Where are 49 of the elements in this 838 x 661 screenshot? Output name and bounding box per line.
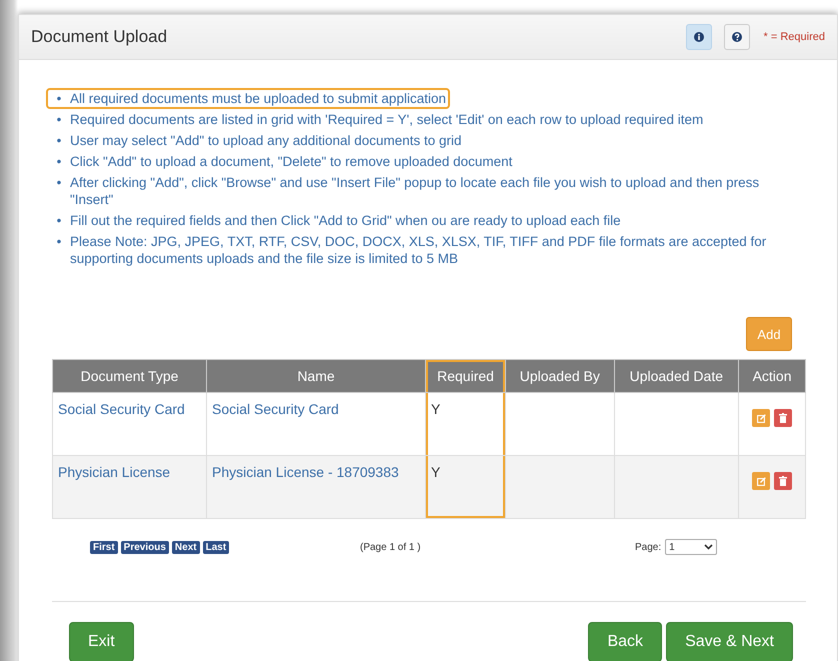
help-button[interactable] <box>724 24 750 50</box>
instruction-text: Fill out the required fields and then Click "Add to Grid" when ou are ready to upload each file <box>70 212 621 229</box>
column-header: Name <box>206 360 426 392</box>
help-icon <box>732 32 742 42</box>
bullet-marker: • <box>56 111 62 128</box>
info-icon <box>694 32 704 42</box>
edit-button[interactable] <box>752 472 770 490</box>
pager-button[interactable]: Next <box>172 540 200 554</box>
instruction-text: Required documents are listed in grid with 'Required = Y', select 'Edit' on each row to upload required item <box>70 111 704 128</box>
document-type-link[interactable]: Physician License <box>58 464 170 480</box>
page-info: (Page 1 of 1 ) <box>360 542 422 552</box>
bullet-marker: • <box>56 212 62 229</box>
pager-button[interactable]: Previous <box>120 540 169 554</box>
info-button[interactable] <box>686 24 712 50</box>
trash-icon <box>779 413 788 424</box>
edit-button[interactable] <box>752 409 770 428</box>
edit-icon <box>756 476 766 486</box>
instruction-text: All required documents must be uploaded to submit application <box>70 90 446 107</box>
delete-button[interactable] <box>774 472 792 490</box>
nav-button[interactable]: Save & Next <box>666 622 793 661</box>
pager-button[interactable]: First <box>90 540 118 554</box>
bullet-marker: • <box>56 233 62 250</box>
column-header: Uploaded By <box>506 360 614 392</box>
bullet-marker: • <box>56 132 62 149</box>
bullet-marker: • <box>56 174 62 191</box>
required-value: Y <box>431 464 440 480</box>
instruction-text: Click "Add" to upload a document, "Delete" to remove uploaded document <box>70 153 512 170</box>
page-select[interactable]: 1 <box>665 539 718 555</box>
bullet-marker: • <box>56 90 62 107</box>
instruction-text: Please Note: JPG, JPEG, TXT, RTF, CSV, DOC, DOCX, XLS, XLSX, TIF, TIFF and PDF file formats are accepted for supporting documents uploads and the file size is limited to 5 MB <box>70 233 768 267</box>
nav-button[interactable]: Back <box>588 622 662 661</box>
bullet-marker: • <box>56 153 62 170</box>
pager-button[interactable]: Last <box>202 540 230 554</box>
chevron-icon <box>704 544 714 550</box>
panel-title: Document Upload <box>31 27 168 47</box>
column-header: Uploaded Date <box>614 360 739 392</box>
instruction-text: User may select "Add" to upload any additional documents to grid <box>70 132 462 149</box>
required-note: * = Required <box>764 31 825 43</box>
exit-button[interactable]: Exit <box>69 622 134 661</box>
column-header: Document Type <box>52 360 206 392</box>
column-header: Action <box>738 360 806 392</box>
page-label: Page: <box>635 542 662 552</box>
required-value: Y <box>431 401 440 417</box>
edit-icon <box>756 414 766 423</box>
delete-button[interactable] <box>774 409 792 428</box>
name-link[interactable]: Social Security Card <box>212 401 339 417</box>
column-header: Required <box>426 360 506 392</box>
trash-icon <box>779 476 788 486</box>
instruction-text: After clicking "Add", click "Browse" and use "Insert File" popup to locate each file you wish to upload and then press "Insert" <box>70 174 760 208</box>
